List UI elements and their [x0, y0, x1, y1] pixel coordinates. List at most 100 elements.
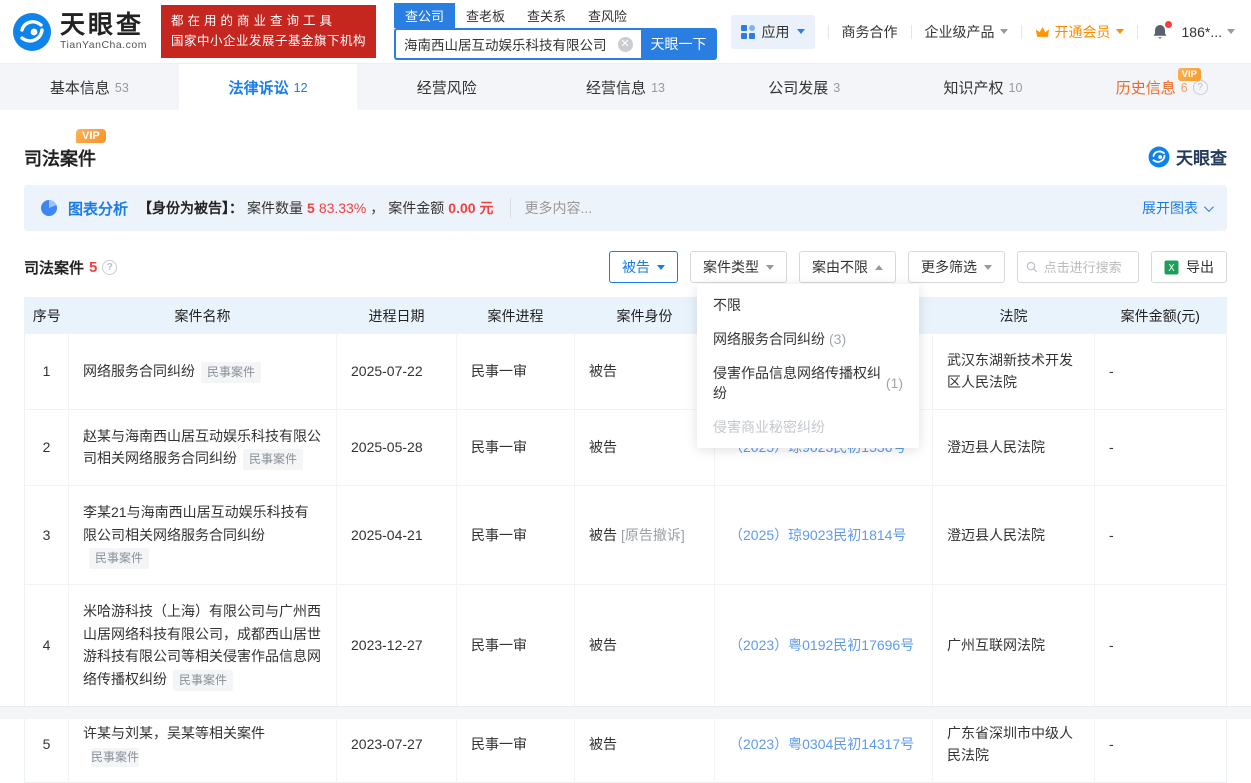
case-amount-unit: 元 — [479, 200, 494, 216]
table-row: 1 网络服务合同纠纷 民事案件 2025-07-22 民事一审 被告 武汉东湖新技… — [24, 333, 1227, 410]
section-tabbar: 基本信息 53 法律诉讼 12 经营风险 经营信息 13 公司发展 3 知识产权… — [0, 64, 1251, 110]
promo-line1: 都在用的商业查询工具 — [170, 14, 336, 29]
clear-icon[interactable]: ✕ — [617, 36, 633, 52]
header-seq: 序号 — [24, 297, 69, 334]
case-number-link[interactable]: （2025）琼9023民初1814号 — [729, 527, 906, 543]
court-cell: 澄迈县人民法院 — [932, 485, 1095, 585]
dropdown-item-trade-secret-dispute[interactable]: 侵害商业秘密纠纷 — [697, 410, 919, 444]
enterprise-products-link[interactable]: 企业级产品 — [925, 22, 1008, 42]
bottom-strip — [0, 706, 1251, 719]
logo-domain: TianYanCha.com — [60, 38, 147, 51]
search-tab-risk[interactable]: 查风险 — [577, 3, 638, 28]
divider — [1020, 24, 1022, 39]
help-icon[interactable]: ? — [1192, 79, 1208, 95]
case-tag: 民事案件 — [243, 449, 304, 471]
caret-down-icon — [657, 264, 665, 270]
table-search-input[interactable] — [1043, 259, 1130, 275]
caret-down-icon — [1115, 29, 1124, 34]
notification-bell[interactable] — [1151, 20, 1172, 41]
case-name-link[interactable]: 网络服务合同纠纷 — [83, 363, 195, 379]
case-amount-label: 案件金额 — [388, 200, 445, 216]
svg-text:X: X — [1168, 263, 1175, 274]
seq-cell: 3 — [24, 485, 69, 585]
case-name-link[interactable]: 李某21与海南西山居互动娱乐科技有限公司相关网络服务合同纠纷 — [83, 504, 309, 542]
dropdown-item-label: 侵害作品信息网络传播权纠纷 — [713, 365, 881, 401]
search-box: ✕ 天眼一下 — [393, 28, 717, 60]
search-tab-boss[interactable]: 查老板 — [455, 3, 516, 28]
tab-business-risk[interactable]: 经营风险 — [357, 64, 536, 110]
case-number-link[interactable]: （2023）粤0304民初14317号 — [729, 736, 914, 752]
court-cell: 澄迈县人民法院 — [932, 408, 1095, 486]
tab-count: 10 — [1008, 80, 1023, 95]
list-title: 司法案件 5 ? — [24, 257, 118, 278]
identity-cell: 被告 — [574, 333, 715, 410]
caret-down-icon — [796, 29, 805, 34]
tab-intellectual-property[interactable]: 知识产权 10 — [894, 64, 1073, 110]
case-count-percent: 83.33% — [318, 200, 367, 216]
dropdown-item-unlimited[interactable]: 不限 — [697, 288, 919, 322]
process-cell: 民事一审 — [456, 584, 575, 707]
dropdown-item-count: (1) — [885, 375, 903, 391]
amount-cell: - — [1094, 408, 1227, 486]
logo-title: 天眼查 — [60, 11, 145, 40]
tab-count: 13 — [651, 80, 665, 95]
search-input[interactable] — [403, 36, 612, 52]
case-tag: 民事案件 — [201, 361, 262, 383]
expand-chart-link[interactable]: 展开图表 — [1142, 198, 1214, 218]
apps-label: 应用 — [761, 23, 790, 40]
tab-count: 53 — [114, 80, 129, 95]
open-vip-link[interactable]: 开通会员 — [1035, 22, 1124, 42]
dropdown-item-network-service-dispute[interactable]: 网络服务合同纠纷 (3) — [697, 322, 919, 356]
case-reason-filter-button[interactable]: 案由不限 — [799, 251, 896, 283]
search-field: ✕ — [393, 28, 641, 60]
tab-count: 6 — [1180, 80, 1188, 95]
more-content-link[interactable]: 更多内容... — [509, 198, 592, 218]
case-count-label: 案件数量 — [247, 200, 304, 216]
defendant-filter-button[interactable]: 被告 — [609, 251, 678, 283]
tab-basic-info[interactable]: 基本信息 53 — [0, 64, 179, 110]
export-label: 导出 — [1186, 259, 1214, 275]
tab-legal-proceedings[interactable]: 法律诉讼 12 — [178, 64, 358, 110]
caret-down-icon — [984, 264, 992, 270]
date-cell: 2025-05-28 — [336, 408, 457, 486]
divider — [1136, 24, 1138, 39]
dropdown-item-info-network-dissemination-dispute[interactable]: 侵害作品信息网络传播权纠纷 (1) — [697, 356, 919, 410]
tab-label: 公司发展 — [768, 79, 829, 97]
dropdown-item-label: 不限 — [713, 297, 741, 313]
account-menu[interactable]: 186*... — [1182, 24, 1235, 40]
date-cell: 2025-04-21 — [336, 485, 457, 585]
table-header-row: 序号 案件名称 进程日期 案件进程 案件身份 法院 案件金额(元) — [24, 297, 1227, 334]
process-cell: 民事一审 — [456, 333, 575, 410]
case-type-filter-button[interactable]: 案件类型 — [690, 251, 787, 283]
search-tab-relation[interactable]: 查关系 — [516, 3, 577, 28]
tab-label: 知识产权 — [943, 79, 1004, 97]
help-icon[interactable]: ? — [102, 259, 118, 275]
comma: ， — [370, 200, 385, 216]
account-phone: 186*... — [1181, 23, 1222, 40]
filter-label: 案件类型 — [703, 259, 759, 275]
court-cell: 广州互联网法院 — [932, 584, 1095, 707]
case-name-link[interactable]: 许某与刘某，吴某等相关案件 — [83, 725, 265, 741]
apps-button[interactable]: 应用 — [730, 14, 815, 49]
enterprise-products-label: 企业级产品 — [924, 23, 995, 40]
tianyancha-logo[interactable]: 天眼查 TianYanCha.com — [12, 12, 147, 52]
more-filters-button[interactable]: 更多筛选 — [908, 251, 1005, 283]
tab-history-info[interactable]: VIP 历史信息 6 ? — [1072, 64, 1251, 110]
seq-cell: 1 — [24, 333, 69, 410]
tab-company-development[interactable]: 公司发展 3 — [715, 64, 894, 110]
business-cooperation-link[interactable]: 商务合作 — [842, 22, 898, 42]
chart-analysis-label[interactable]: 图表分析 — [68, 198, 128, 219]
pie-chart-icon — [41, 200, 57, 216]
tab-business-info[interactable]: 经营信息 13 — [536, 64, 715, 110]
case-number-cell: （2025）琼9023民初1814号 — [714, 485, 933, 585]
search-tab-company[interactable]: 查公司 — [393, 3, 455, 28]
case-name-cell: 李某21与海南西山居互动娱乐科技有限公司相关网络服务合同纠纷民事案件 — [68, 485, 337, 585]
main-content: VIP 司法案件 天眼查 图表分析 【身份为被告】： 案件数量 5 83.33%… — [0, 110, 1251, 783]
header-case-progress: 案件进程 — [456, 297, 575, 334]
case-number-link[interactable]: （2023）粤0192民初17696号 — [729, 637, 914, 653]
header-case-amount: 案件金额(元) — [1094, 297, 1227, 334]
process-cell: 民事一审 — [456, 408, 575, 486]
export-button[interactable]: X 导出 — [1151, 251, 1227, 283]
promo-badge: 都在用的商业查询工具 国家中小企业发展子基金旗下机构 — [160, 5, 376, 58]
search-button[interactable]: 天眼一下 — [640, 28, 717, 60]
